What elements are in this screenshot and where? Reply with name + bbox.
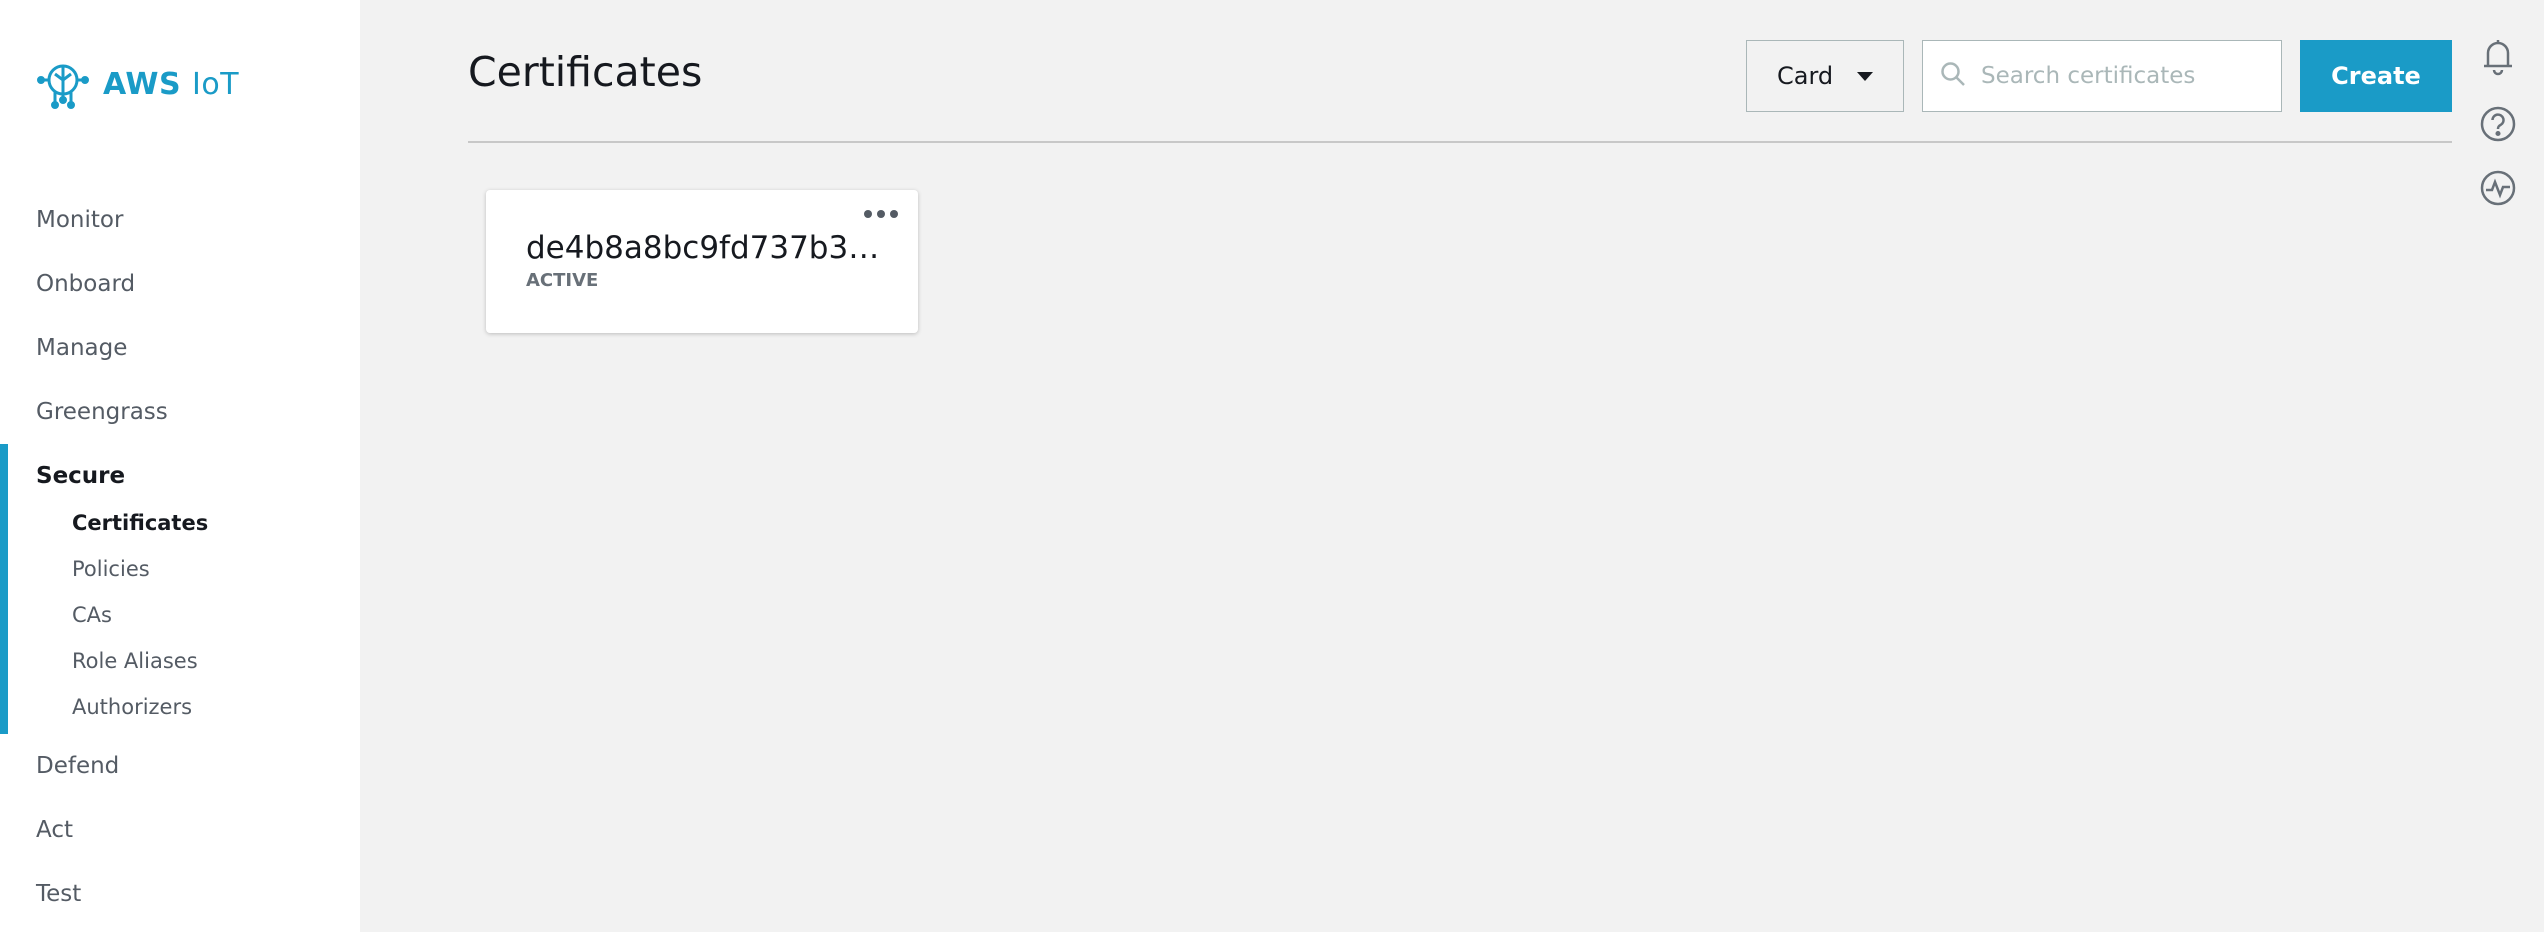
header-divider: [468, 141, 2452, 143]
bell-icon[interactable]: [2478, 36, 2518, 76]
brand-name: AWS IoT: [103, 66, 240, 102]
view-mode-select[interactable]: Card: [1746, 40, 1904, 112]
nav-item-secure[interactable]: Secure: [0, 444, 360, 508]
more-options-icon[interactable]: [864, 204, 898, 224]
nav-item-test[interactable]: Test: [0, 862, 360, 926]
nav-subitem-policies[interactable]: Policies: [0, 546, 360, 592]
page-title: Certificates: [468, 48, 703, 96]
create-button[interactable]: Create: [2300, 40, 2452, 112]
sidebar: AWS IoT Monitor Onboard Manage Greengras…: [0, 0, 360, 932]
main-nav: Monitor Onboard Manage Greengrass Secure…: [0, 188, 360, 926]
certificate-status: ACTIVE: [526, 270, 599, 291]
certificate-id[interactable]: de4b8a8bc9fd737b35…: [526, 230, 886, 266]
nav-item-onboard[interactable]: Onboard: [0, 252, 360, 316]
help-icon[interactable]: [2478, 104, 2518, 144]
caret-down-icon: [1857, 71, 1873, 81]
brand-logo[interactable]: AWS IoT: [35, 54, 239, 114]
search-input[interactable]: [1981, 63, 2271, 89]
nav-subitem-authorizers[interactable]: Authorizers: [0, 684, 360, 730]
view-mode-value: Card: [1777, 62, 1834, 90]
nav-item-monitor[interactable]: Monitor: [0, 188, 360, 252]
search-icon: [1939, 60, 1967, 92]
iot-logo-icon: [35, 54, 91, 114]
search-box: [1922, 40, 2282, 112]
nav-item-manage[interactable]: Manage: [0, 316, 360, 380]
nav-subitem-cas[interactable]: CAs: [0, 592, 360, 638]
nav-item-act[interactable]: Act: [0, 798, 360, 862]
secure-submenu: Certificates Policies CAs Role Aliases A…: [0, 500, 360, 734]
nav-item-defend[interactable]: Defend: [0, 734, 360, 798]
certificate-card[interactable]: de4b8a8bc9fd737b35… ACTIVE: [486, 190, 918, 333]
nav-group-secure: Secure Certificates Policies CAs Role Al…: [0, 444, 360, 734]
activity-icon[interactable]: [2478, 168, 2518, 208]
nav-subitem-role-aliases[interactable]: Role Aliases: [0, 638, 360, 684]
nav-item-greengrass[interactable]: Greengrass: [0, 380, 360, 444]
